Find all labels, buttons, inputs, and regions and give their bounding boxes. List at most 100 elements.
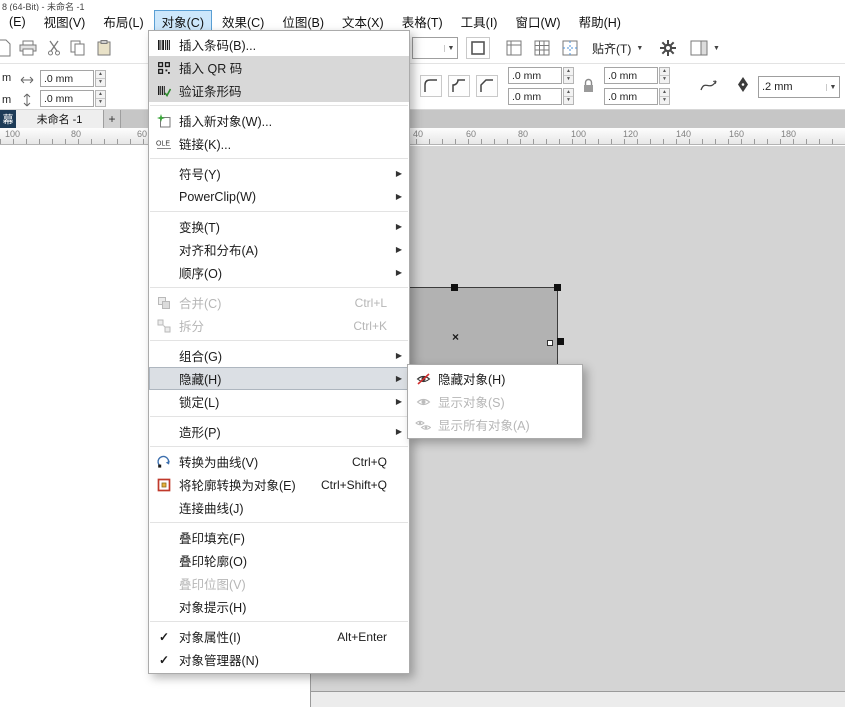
menubar-item-2[interactable]: 布局(L) <box>95 10 151 33</box>
object-menu-item-21: 叠印位图(V) <box>149 572 409 595</box>
menu-separator <box>150 105 408 106</box>
object-height-field[interactable] <box>40 90 94 107</box>
show-rulers-icon[interactable] <box>502 37 526 59</box>
object-menu-item-19[interactable]: 叠印填充(F) <box>149 526 409 549</box>
corner-radius-field-2[interactable] <box>508 88 562 105</box>
object-menu-item-12[interactable]: 组合(G)▶ <box>149 344 409 367</box>
scale-with-object-icon[interactable] <box>700 78 718 93</box>
object-menu-item-15[interactable]: 造形(P)▶ <box>149 420 409 443</box>
ruler-number: 160 <box>729 129 744 139</box>
docker-panel-button[interactable]: ▼ <box>686 37 724 59</box>
corner-radius-stepper-1[interactable]: ▲▼ <box>563 67 574 84</box>
menu-gutter <box>153 265 175 281</box>
submenu-arrow-icon: ▶ <box>396 374 402 383</box>
object-menu-item-17[interactable]: 将轮廓转换为对象(E)Ctrl+Shift+Q <box>149 473 409 496</box>
horizontal-scrollbar[interactable] <box>310 691 845 707</box>
submenu-arrow-icon: ▶ <box>396 192 402 201</box>
corner-radius-field-1[interactable] <box>508 67 562 84</box>
dropdown-arrow-icon: ▼ <box>444 45 457 52</box>
object-menu-item-5[interactable]: 符号(Y)▶ <box>149 162 409 185</box>
verify-barcode-icon <box>153 83 175 99</box>
show-guidelines-icon[interactable] <box>558 37 582 59</box>
menubar-item-10[interactable]: 帮助(H) <box>571 10 629 33</box>
show-grid-icon[interactable] <box>530 37 554 59</box>
corner-radius-stepper-4[interactable]: ▲▼ <box>659 88 670 105</box>
menu-item-label: 对象管理器(N) <box>179 650 259 669</box>
height-stepper[interactable]: ▲▼ <box>95 90 106 107</box>
object-menu-item-18[interactable]: 连接曲线(J) <box>149 496 409 519</box>
menu-item-label: 连接曲线(J) <box>179 498 244 517</box>
menu-item-label: 显示所有对象(A) <box>438 415 530 434</box>
selection-handle-top-mid[interactable] <box>451 284 458 291</box>
corner-radius-stepper-2[interactable]: ▲▼ <box>563 88 574 105</box>
hide-submenu: 隐藏对象(H)显示对象(S)显示所有对象(A) <box>407 364 583 439</box>
property-bar: m m ▲▼ ▲▼ ▲▼ ▲▼ ▲▼ ▲▼ .2 mm ▼ <box>0 64 845 110</box>
menu-item-label: 对齐和分布(A) <box>179 240 258 259</box>
corner-radius-field-3[interactable] <box>604 67 658 84</box>
ruler-number: 140 <box>676 129 691 139</box>
node-marker[interactable] <box>547 340 553 346</box>
selection-center-marker: × <box>452 332 459 342</box>
scalloped-corner-button[interactable] <box>448 75 470 97</box>
print-icon[interactable] <box>16 37 40 59</box>
paste-icon[interactable] <box>92 37 116 59</box>
menu-separator <box>150 211 408 212</box>
menubar-item-0[interactable]: (E) <box>1 13 34 31</box>
menu-item-label: 变换(T) <box>179 217 220 236</box>
zoom-level-combo[interactable]: ▼ <box>412 37 458 59</box>
horizontal-size-icon <box>20 74 34 86</box>
width-stepper[interactable]: ▲▼ <box>95 70 106 87</box>
chamfered-corner-button[interactable] <box>476 75 498 97</box>
menu-item-label: 插入 QR 码 <box>179 58 242 77</box>
menu-item-label: 叠印填充(F) <box>179 528 245 547</box>
hide-submenu-item-0[interactable]: 隐藏对象(H) <box>408 367 582 390</box>
object-menu-item-0[interactable]: 插入条码(B)... <box>149 33 409 56</box>
object-menu-item-2[interactable]: 验证条形码 <box>149 79 409 102</box>
selection-handle-top-right[interactable] <box>554 284 561 291</box>
snap-to-button[interactable]: 贴齐(T) ▼ <box>588 37 647 59</box>
object-menu-item-1[interactable]: 插入 QR 码 <box>149 56 409 79</box>
menubar-item-9[interactable]: 窗口(W) <box>507 10 568 33</box>
checkmark-icon: ✓ <box>153 629 175 645</box>
ruler-number: 120 <box>623 129 638 139</box>
object-menu-item-14[interactable]: 锁定(L)▶ <box>149 390 409 413</box>
copy-icon[interactable] <box>66 37 90 59</box>
selection-handle-right-mid[interactable] <box>557 338 564 345</box>
menubar-item-1[interactable]: 视图(V) <box>36 10 94 33</box>
object-menu-item-13[interactable]: 隐藏(H)▶ <box>149 367 409 390</box>
menu-separator <box>150 416 408 417</box>
object-menu-item-22[interactable]: 对象提示(H) <box>149 595 409 618</box>
object-menu-item-23[interactable]: ✓对象属性(I)Alt+Enter <box>149 625 409 648</box>
menu-gutter <box>153 500 175 516</box>
corner-radius-field-4[interactable] <box>604 88 658 105</box>
object-menu-item-8[interactable]: 对齐和分布(A)▶ <box>149 238 409 261</box>
object-menu-item-20[interactable]: 叠印轮廓(O) <box>149 549 409 572</box>
object-menu-item-24[interactable]: ✓对象管理器(N) <box>149 648 409 671</box>
new-document-tab-button[interactable]: + <box>104 110 121 128</box>
object-menu-item-6[interactable]: PowerClip(W)▶ <box>149 185 409 208</box>
document-tab[interactable]: 未命名 -1 <box>16 110 104 128</box>
cut-icon[interactable] <box>42 37 66 59</box>
object-menu-item-3[interactable]: 插入新对象(W)... <box>149 109 409 132</box>
menubar-item-8[interactable]: 工具(I) <box>453 10 506 33</box>
object-menu-item-10: 合并(C)Ctrl+L <box>149 291 409 314</box>
object-menu-item-4[interactable]: OLE链接(K)... <box>149 132 409 155</box>
round-corner-button[interactable] <box>420 75 442 97</box>
object-menu-item-7[interactable]: 变换(T)▶ <box>149 215 409 238</box>
outline-pen-nib-icon[interactable] <box>736 76 750 93</box>
menu-item-shortcut: Ctrl+K <box>353 319 403 333</box>
options-gear-icon[interactable] <box>656 37 680 59</box>
edit-corners-together-lock-icon[interactable] <box>582 78 595 94</box>
full-screen-preview-icon[interactable] <box>466 37 490 59</box>
svg-text:OLE: OLE <box>156 140 170 147</box>
corner-radius-stepper-3[interactable]: ▲▼ <box>659 67 670 84</box>
object-menu-item-9[interactable]: 顺序(O)▶ <box>149 261 409 284</box>
object-menu-item-16[interactable]: 转换为曲线(V)Ctrl+Q <box>149 450 409 473</box>
object-width-field[interactable] <box>40 70 94 87</box>
menu-item-label: 转换为曲线(V) <box>179 452 258 471</box>
outline-width-combo[interactable]: .2 mm ▼ <box>758 76 840 98</box>
horizontal-ruler[interactable]: 1008060406080100120140160180 <box>0 128 845 145</box>
standard-toolbar: ▼ 贴齐(T) ▼ ▼ <box>0 32 845 64</box>
barcode-icon <box>153 37 175 53</box>
new-document-icon[interactable] <box>0 37 16 59</box>
